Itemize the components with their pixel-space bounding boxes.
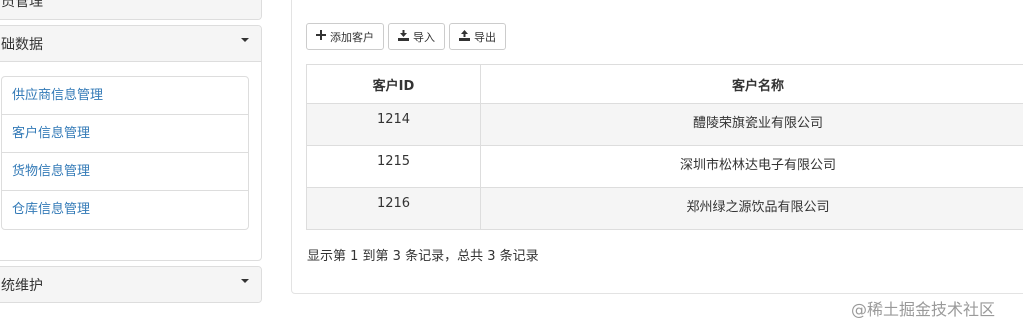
sidebar-menu-list: 供应商信息管理 客户信息管理 货物信息管理 仓库信息管理 [1, 76, 249, 230]
column-header-customer-name[interactable]: 客户名称 [480, 64, 1023, 104]
cell-customer-name: 醴陵荣旗瓷业有限公司 [480, 103, 1023, 146]
sidebar-panel-basic-data-body: 供应商信息管理 客户信息管理 货物信息管理 仓库信息管理 [0, 62, 261, 230]
add-customer-label: 添加客户 [330, 31, 374, 44]
page-root: 员管理 础数据 供应商信息管理 客户信息管理 货物信息管理 仓库信息管理 统维护 [0, 0, 1023, 324]
export-button[interactable]: 导出 [449, 23, 506, 50]
plus-icon [316, 30, 326, 43]
sidebar-panel-basic-data: 础数据 供应商信息管理 客户信息管理 货物信息管理 仓库信息管理 [0, 25, 262, 261]
caret-down-icon [241, 278, 249, 283]
cell-customer-name: 深圳市松林达电子有限公司 [480, 145, 1023, 188]
column-header-customer-id[interactable]: 客户ID [306, 64, 481, 104]
add-customer-button[interactable]: 添加客户 [306, 23, 384, 50]
sidebar-panel-basic-data-title: 础数据 [1, 36, 43, 53]
table-row[interactable]: 1215 深圳市松林达电子有限公司 [306, 145, 1023, 188]
sidebar-panel-personnel-title: 员管理 [1, 0, 43, 10]
import-icon [398, 29, 409, 44]
cell-customer-name: 郑州绿之源饮品有限公司 [480, 187, 1023, 230]
cell-customer-id: 1215 [306, 145, 481, 188]
table-row[interactable]: 1216 郑州绿之源饮品有限公司 [306, 187, 1023, 230]
caret-down-icon [241, 37, 249, 42]
cell-customer-id: 1214 [306, 103, 481, 146]
sidebar-panel-system-header[interactable]: 统维护 [0, 267, 261, 302]
customer-table: 客户ID 客户名称 1214 醴陵荣旗瓷业有限公司 1215 深圳市松林达电子有… [306, 64, 1023, 230]
sidebar-item-supplier[interactable]: 供应商信息管理 [2, 77, 248, 115]
sidebar-item-goods[interactable]: 货物信息管理 [2, 153, 248, 191]
toolbar: 添加客户 导入 导出 [306, 23, 506, 50]
import-button[interactable]: 导入 [388, 23, 445, 50]
sidebar-panel-system: 统维护 [0, 266, 262, 303]
sidebar-item-warehouse[interactable]: 仓库信息管理 [2, 191, 248, 229]
watermark: @稀土掘金技术社区 [851, 300, 996, 319]
export-icon [459, 29, 470, 44]
sidebar-panel-basic-data-header[interactable]: 础数据 [0, 26, 261, 62]
table-row[interactable]: 1214 醴陵荣旗瓷业有限公司 [306, 103, 1023, 146]
sidebar-panel-personnel-header[interactable]: 员管理 [0, 0, 261, 19]
sidebar-panel-personnel: 员管理 [0, 0, 262, 20]
sidebar-item-customer[interactable]: 客户信息管理 [2, 115, 248, 153]
import-label: 导入 [413, 31, 435, 44]
export-label: 导出 [474, 31, 496, 44]
pagination-info: 显示第 1 到第 3 条记录，总共 3 条记录 [307, 249, 539, 264]
sidebar-panel-system-title: 统维护 [1, 277, 43, 294]
table-header-row: 客户ID 客户名称 [306, 64, 1023, 104]
cell-customer-id: 1216 [306, 187, 481, 230]
